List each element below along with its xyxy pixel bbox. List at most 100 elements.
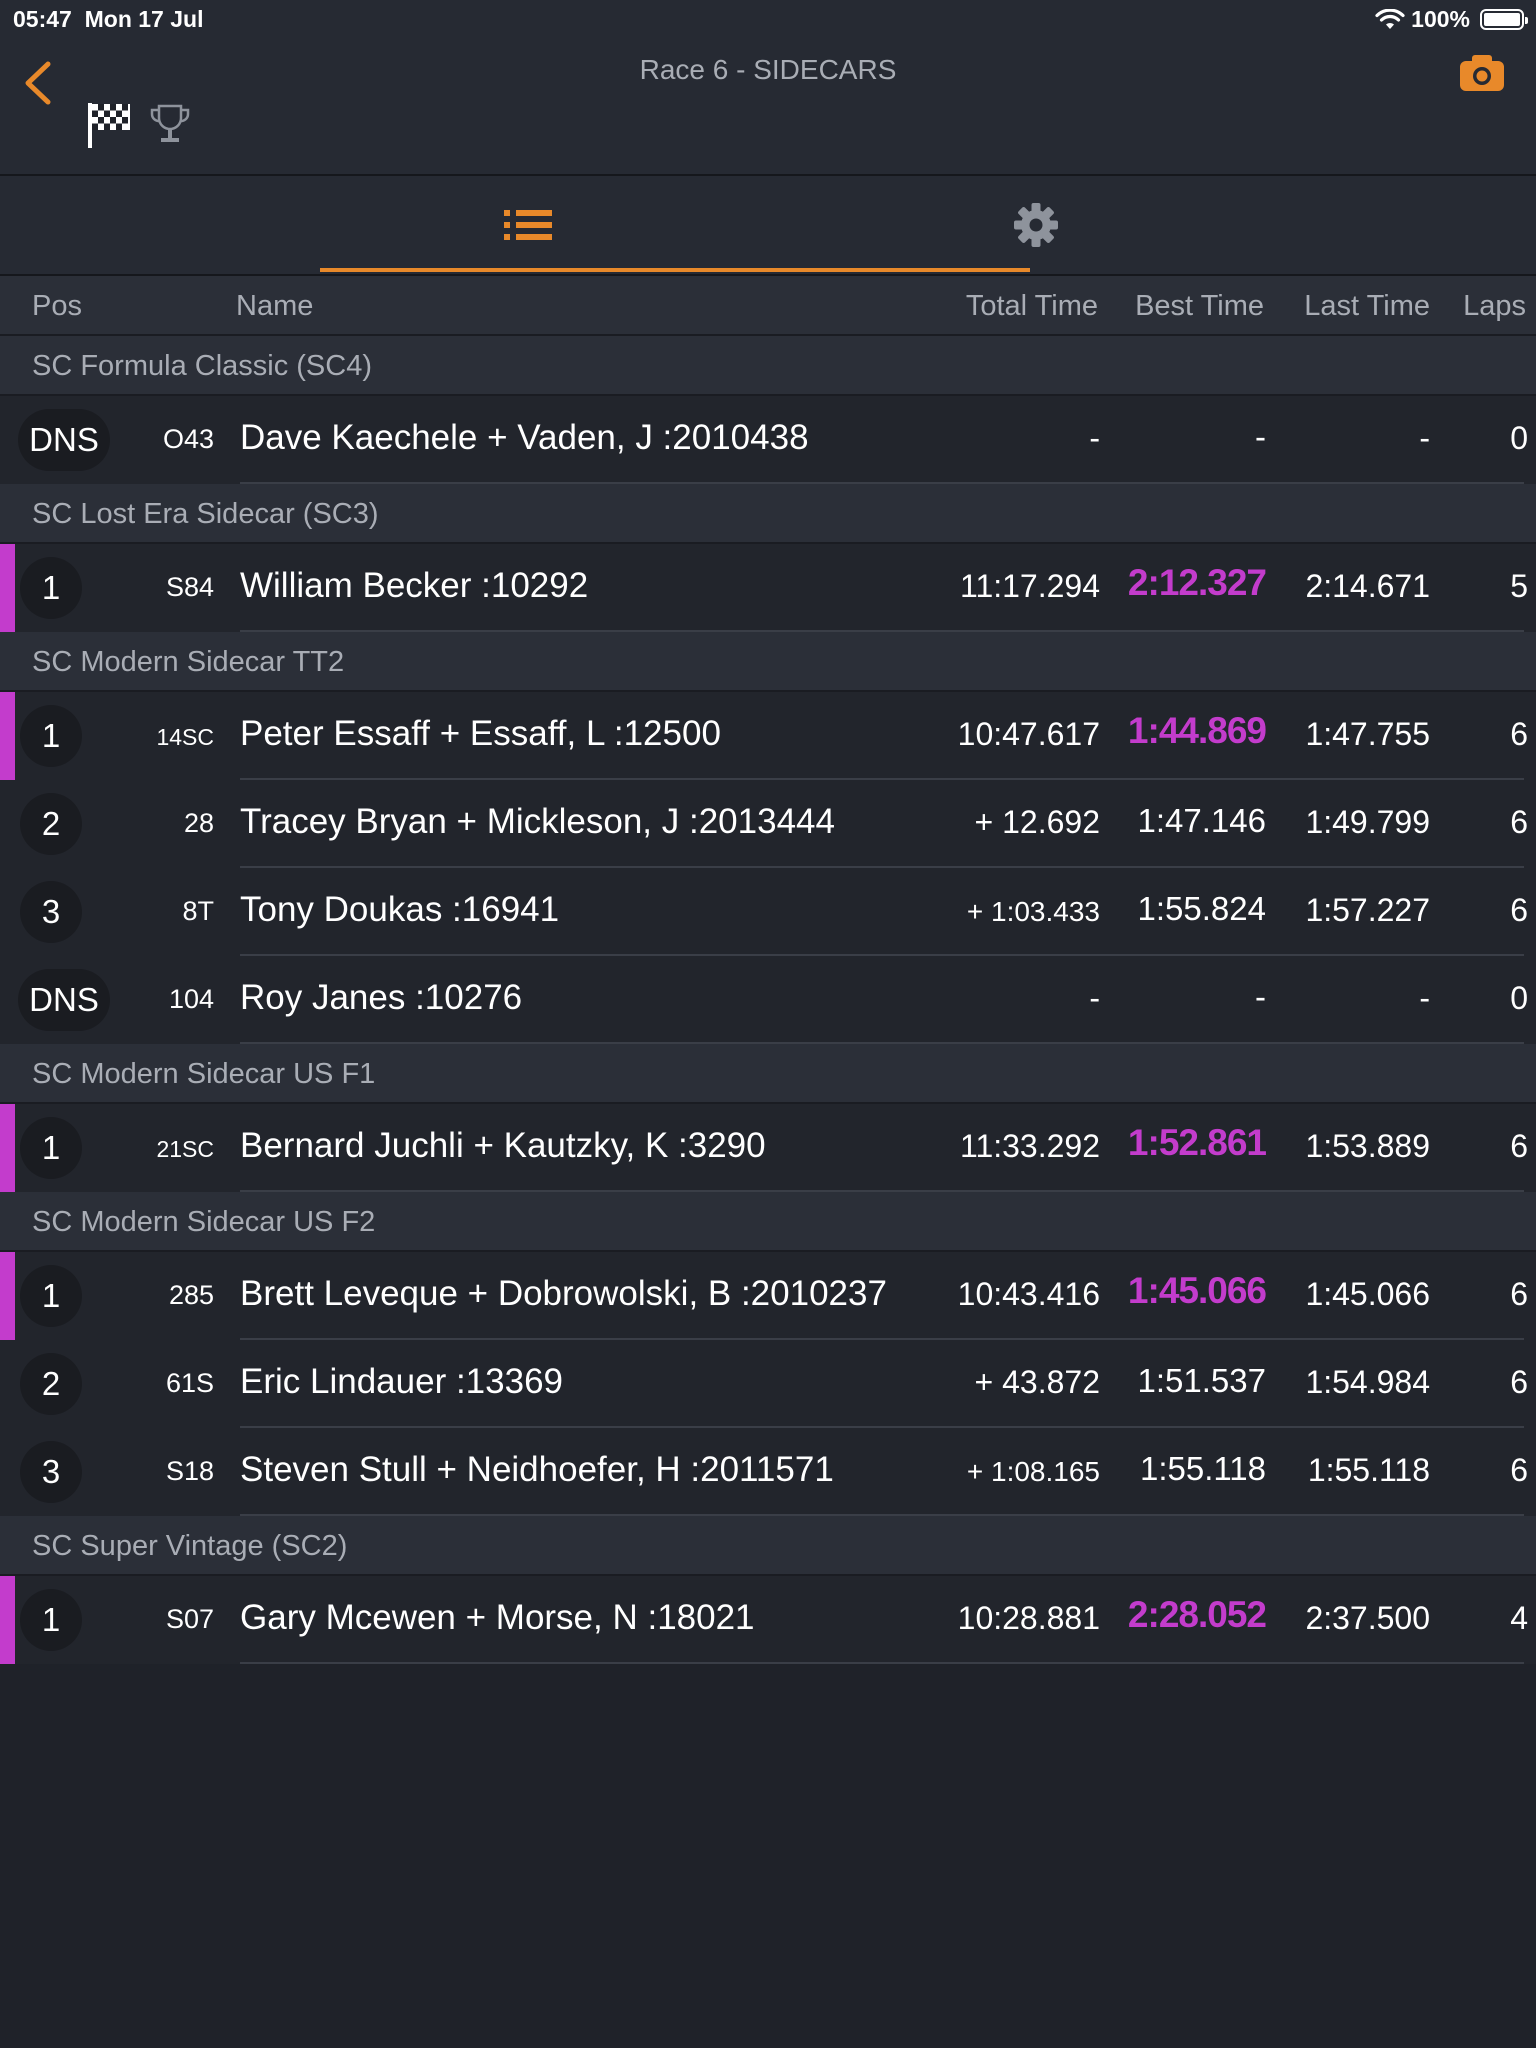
table-row[interactable]: DNS O43 Dave Kaechele + Vaden, J :201043… xyxy=(0,396,1536,484)
total-time: + 43.872 xyxy=(974,1364,1100,1400)
last-time: 1:45.066 xyxy=(1305,1276,1430,1312)
table-header: Pos Name Total Time Best Time Last Time … xyxy=(0,276,1536,336)
race-number: 21SC xyxy=(156,1136,214,1162)
race-number: S07 xyxy=(165,1604,214,1634)
laps: 5 xyxy=(1510,568,1528,604)
column-last-time[interactable]: Last Time xyxy=(1304,290,1430,323)
status-clock: 05:47 xyxy=(13,6,72,32)
table-row[interactable]: 2 61S Eric Lindauer :13369 + 43.872 1:51… xyxy=(0,1340,1536,1428)
class-leader-marker xyxy=(0,1104,15,1192)
last-time: 2:14.671 xyxy=(1305,568,1430,604)
best-time: 1:44.869 xyxy=(1127,710,1267,751)
last-time: 1:49.799 xyxy=(1305,804,1430,840)
column-pos[interactable]: Pos xyxy=(32,290,82,323)
table-row[interactable]: 2 28 Tracey Bryan + Mickleson, J :201344… xyxy=(0,780,1536,868)
rider-name: Roy Janes :10276 xyxy=(240,978,523,1017)
laps: 6 xyxy=(1510,716,1528,752)
rider-name: Bernard Juchli + Kautzky, K :3290 xyxy=(240,1126,766,1165)
last-time: - xyxy=(1419,420,1430,456)
position-badge: 3 xyxy=(20,1441,82,1503)
status-bar: 05:47 Mon 17 Jul 100% xyxy=(0,0,1536,40)
rider-name: Steven Stull + Neidhoefer, H :2011571 xyxy=(240,1450,834,1489)
tab-bar xyxy=(0,176,1536,276)
checkered-flag-icon[interactable] xyxy=(86,100,132,150)
race-number: S18 xyxy=(165,1456,214,1486)
laps: 0 xyxy=(1510,420,1528,456)
total-time: 10:47.617 xyxy=(957,716,1100,752)
total-time: + 12.692 xyxy=(974,804,1100,840)
class-header: SC Super Vintage (SC2) xyxy=(0,1516,1536,1576)
column-total-time[interactable]: Total Time xyxy=(966,290,1098,323)
trophy-icon[interactable] xyxy=(148,102,192,148)
laps: 6 xyxy=(1510,892,1528,928)
position-badge: 3 xyxy=(20,881,82,943)
table-row[interactable]: DNS 104 Roy Janes :10276 - - - 0 xyxy=(0,956,1536,1044)
status-date: Mon 17 Jul xyxy=(84,6,204,32)
class-label: SC Super Vintage (SC2) xyxy=(32,1530,348,1562)
last-time: 1:57.227 xyxy=(1305,892,1430,928)
best-time: 1:52.861 xyxy=(1127,1122,1267,1163)
class-leader-marker xyxy=(0,692,15,780)
laps: 6 xyxy=(1510,1128,1528,1164)
tab-settings[interactable] xyxy=(828,176,1244,274)
total-time: 11:33.292 xyxy=(960,1128,1100,1164)
class-header: SC Modern Sidecar US F1 xyxy=(0,1044,1536,1104)
table-row[interactable]: 1 21SC Bernard Juchli + Kautzky, K :3290… xyxy=(0,1104,1536,1192)
race-number: 61S xyxy=(165,1368,214,1398)
race-number: 8T xyxy=(182,896,214,926)
total-time: + 1:08.165 xyxy=(966,1456,1100,1487)
laps: 6 xyxy=(1510,1452,1528,1488)
best-time: 1:55.824 xyxy=(1137,890,1266,927)
position-badge: 2 xyxy=(20,1353,82,1415)
race-number: 285 xyxy=(168,1280,214,1310)
position-badge: 1 xyxy=(20,1589,82,1651)
best-time: 2:12.327 xyxy=(1127,562,1267,603)
wifi-icon xyxy=(1375,8,1405,29)
position-badge: 2 xyxy=(20,793,82,855)
table-row[interactable]: 1 S07 Gary Mcewen + Morse, N :18021 10:2… xyxy=(0,1576,1536,1664)
position-badge: 1 xyxy=(20,705,82,767)
rider-name: Dave Kaechele + Vaden, J :2010438 xyxy=(240,418,809,457)
race-number: 14SC xyxy=(156,724,214,750)
column-best-time[interactable]: Best Time xyxy=(1135,290,1264,323)
total-time: 11:17.294 xyxy=(960,568,1100,604)
class-leader-marker xyxy=(0,544,15,632)
table-row[interactable]: 3 S18 Steven Stull + Neidhoefer, H :2011… xyxy=(0,1428,1536,1516)
page-title: Race 6 - SIDECARS xyxy=(639,54,897,85)
last-time: 1:47.755 xyxy=(1305,716,1430,752)
tab-results-list[interactable] xyxy=(320,176,736,274)
gear-icon xyxy=(1014,203,1058,247)
best-time: 2:28.052 xyxy=(1127,1594,1267,1635)
class-label: SC Modern Sidecar TT2 xyxy=(32,646,345,678)
rider-name: Tracey Bryan + Mickleson, J :2013444 xyxy=(240,802,835,841)
nav-header: Race 6 - SIDECARS xyxy=(0,40,1536,176)
total-time: - xyxy=(1089,420,1100,456)
camera-icon[interactable] xyxy=(1458,53,1506,93)
class-label: SC Modern Sidecar US F2 xyxy=(32,1206,376,1238)
last-time: 2:37.500 xyxy=(1305,1600,1430,1636)
race-number: O43 xyxy=(162,424,214,454)
back-chevron-icon[interactable] xyxy=(18,58,58,108)
column-name[interactable]: Name xyxy=(236,290,313,323)
class-header: SC Modern Sidecar TT2 xyxy=(0,632,1536,692)
table-row[interactable]: 1 14SC Peter Essaff + Essaff, L :12500 1… xyxy=(0,692,1536,780)
total-time: + 1:03.433 xyxy=(966,896,1100,927)
best-time: 1:55.118 xyxy=(1139,1450,1266,1487)
battery-percent: 100% xyxy=(1411,6,1470,32)
status-indicators: 100% xyxy=(1375,6,1528,33)
table-row[interactable]: 3 8T Tony Doukas :16941 + 1:03.433 1:55.… xyxy=(0,868,1536,956)
class-header: SC Lost Era Sidecar (SC3) xyxy=(0,484,1536,544)
position-badge: DNS xyxy=(18,969,110,1031)
rider-name: Tony Doukas :16941 xyxy=(240,890,560,929)
total-time: - xyxy=(1089,980,1100,1016)
class-label: SC Modern Sidecar US F1 xyxy=(32,1058,376,1090)
last-time: 1:54.984 xyxy=(1305,1364,1430,1400)
battery-icon xyxy=(1480,9,1528,30)
rider-name: Brett Leveque + Dobrowolski, B :2010237 xyxy=(240,1274,887,1313)
last-time: 1:53.889 xyxy=(1305,1128,1430,1164)
active-tab-indicator xyxy=(320,268,1030,272)
table-row[interactable]: 1 285 Brett Leveque + Dobrowolski, B :20… xyxy=(0,1252,1536,1340)
last-time: 1:55.118 xyxy=(1307,1452,1430,1488)
column-laps[interactable]: Laps xyxy=(1463,290,1526,323)
table-row[interactable]: 1 S84 William Becker :10292 11:17.294 2:… xyxy=(0,544,1536,632)
